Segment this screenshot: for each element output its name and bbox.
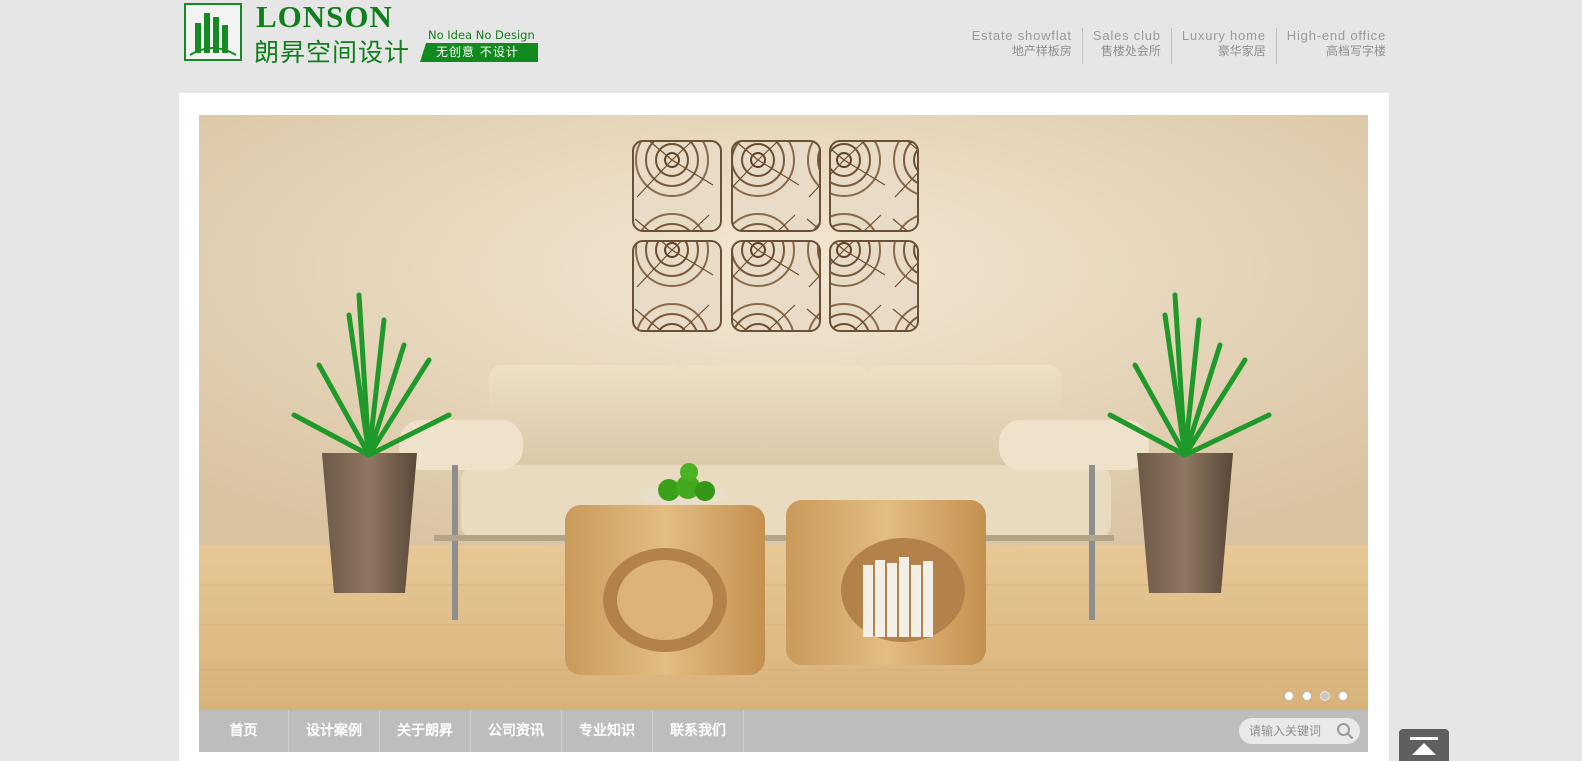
nav-item-home[interactable]: 首页: [199, 710, 289, 752]
topnav-label-cn: 豪华家居: [1217, 44, 1266, 58]
nav-item-knowledge[interactable]: 专业知识: [562, 710, 653, 752]
nav-item-design-cases[interactable]: 设计案例: [289, 710, 380, 752]
search-icon[interactable]: [1336, 722, 1354, 740]
topnav-item-estate-showflat[interactable]: Estate showflat 地产样板房: [972, 28, 1082, 64]
topnav-label-cn: 售楼处会所: [1100, 44, 1161, 58]
back-to-top-button[interactable]: [1399, 729, 1449, 761]
topnav-label-en: Estate showflat: [971, 28, 1072, 43]
nav-item-company-news[interactable]: 公司资讯: [471, 710, 562, 752]
topnav-label-cn: 高档写字楼: [1325, 44, 1386, 58]
arrow-up-icon: [1410, 737, 1438, 755]
topnav-item-sales-club[interactable]: Sales club 售楼处会所: [1081, 28, 1171, 64]
slide-dot-1[interactable]: [1284, 691, 1294, 701]
topnav-label-en: Sales club: [1092, 28, 1161, 43]
site-logo[interactable]: LONSON 朗昇空间设计 No Idea No Design 无创意 不设计: [184, 0, 538, 67]
top-nav: Estate showflat 地产样板房 Sales club 售楼处会所 L…: [972, 28, 1386, 64]
slide-dot-2[interactable]: [1302, 691, 1312, 701]
search-box: [1239, 718, 1360, 744]
logo-emblem-icon: [184, 3, 242, 61]
hero-banner[interactable]: [199, 115, 1368, 711]
slide-indicators: [1284, 691, 1348, 701]
main-nav: 首页 设计案例 关于朗昇 公司资讯 专业知识 联系我们: [199, 710, 1368, 752]
topnav-label-en: High-end office: [1286, 28, 1386, 43]
topnav-label-en: Luxury home: [1181, 28, 1266, 43]
topnav-label-cn: 地产样板房: [1011, 44, 1072, 58]
nav-item-contact[interactable]: 联系我们: [653, 710, 744, 752]
brand-name-en: LONSON: [256, 0, 393, 34]
topnav-item-high-end-office[interactable]: High-end office 高档写字楼: [1275, 28, 1386, 64]
search-input[interactable]: [1249, 721, 1335, 741]
brand-name-cn: 朗昇空间设计: [254, 38, 411, 67]
banner-image: [199, 115, 1368, 711]
main-content: 首页 设计案例 关于朗昇 公司资讯 专业知识 联系我们: [179, 93, 1389, 761]
slogan-cn: 无创意 不设计: [420, 43, 538, 62]
topnav-item-luxury-home[interactable]: Luxury home 豪华家居: [1170, 28, 1276, 64]
slogan-en: No Idea No Design: [428, 28, 535, 42]
nav-item-about[interactable]: 关于朗昇: [380, 710, 471, 752]
slide-dot-4[interactable]: [1338, 691, 1348, 701]
slide-dot-3[interactable]: [1320, 691, 1330, 701]
